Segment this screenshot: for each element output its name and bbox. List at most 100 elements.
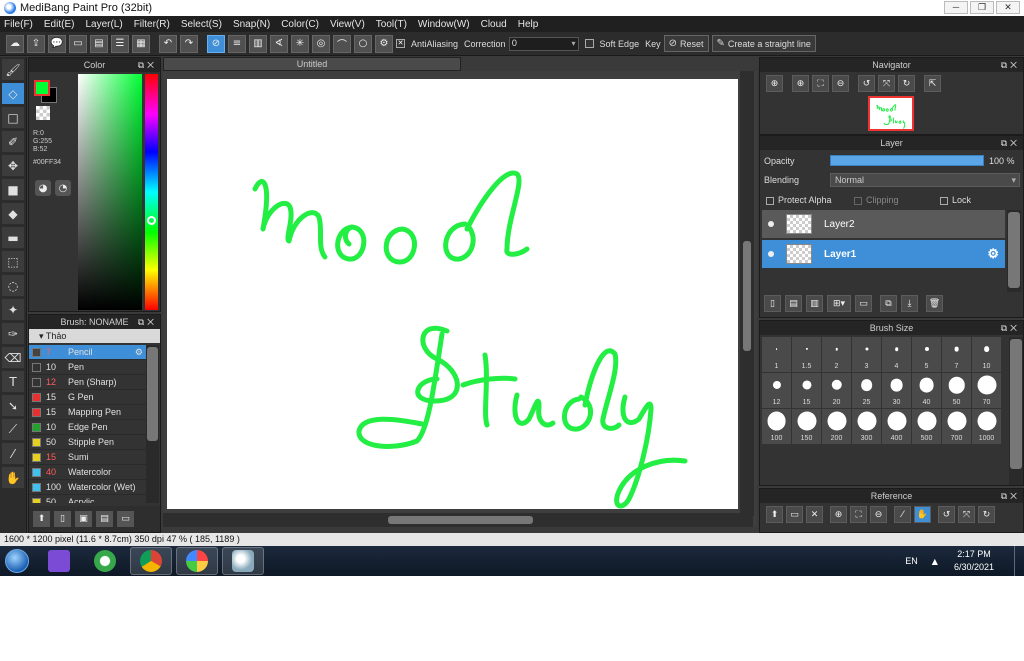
visibility-icon[interactable] — [768, 251, 774, 257]
magic-wand-tool-icon[interactable]: ✦ — [2, 299, 24, 320]
ref-flip-icon[interactable]: ⤧ — [958, 506, 975, 523]
menu-layer[interactable]: Layer(L) — [85, 19, 122, 30]
ref-upload-icon[interactable]: ⬆ — [766, 506, 783, 523]
clipping-option[interactable]: Clipping — [854, 195, 899, 205]
fill-tool-icon[interactable]: ◆ — [2, 203, 24, 224]
brush-size-cell[interactable]: 100 — [762, 409, 791, 444]
opacity-slider[interactable] — [830, 155, 984, 166]
ref-eyedropper-icon[interactable]: ⁄ — [894, 506, 911, 523]
panel-controls-icon[interactable]: ⧉✕ — [1001, 321, 1020, 335]
add-layer-menu-icon[interactable]: ⊞▾ — [827, 295, 851, 312]
brush-item[interactable]: 12 Pen (Sharp) — [29, 375, 146, 390]
list-icon[interactable]: ☰ — [111, 34, 129, 53]
correction-select[interactable]: 0 — [508, 36, 579, 51]
panel-controls-icon[interactable]: ⧉✕ — [138, 58, 157, 72]
brush-size-cell[interactable]: 20 — [822, 373, 851, 408]
blending-select[interactable]: Normal — [830, 173, 1020, 187]
duplicate-layer-icon[interactable]: ⧉ — [880, 295, 897, 312]
undo-icon[interactable]: ↶ — [159, 34, 177, 53]
eyedropper-tool-icon[interactable]: ⁄ — [2, 443, 24, 464]
brush-item[interactable]: 100 Watercolor (Wet) — [29, 480, 146, 495]
brush-list-scroll-thumb[interactable] — [147, 347, 158, 441]
select-eraser-tool-icon[interactable]: ⌫ — [2, 347, 24, 368]
brush-size-cell[interactable]: 700 — [942, 409, 971, 444]
close-button[interactable]: ✕ — [996, 1, 1020, 14]
brush-size-scroll-thumb[interactable] — [1010, 339, 1022, 469]
layer-folder-icon[interactable]: ▭ — [855, 295, 872, 312]
brush-size-cell[interactable]: 300 — [852, 409, 881, 444]
foreground-color-swatch[interactable] — [34, 80, 50, 96]
brush-size-cell[interactable]: 70 — [972, 373, 1001, 408]
ref-rotate-right-icon[interactable]: ↻ — [978, 506, 995, 523]
brush-group-header[interactable]: ▾ Thảo — [29, 329, 160, 343]
brush-settings-gear-icon[interactable]: ⚙ — [135, 347, 143, 358]
add-brush-icon[interactable]: ⬆ — [33, 511, 50, 527]
maximize-button[interactable]: ❐ — [970, 1, 994, 14]
grid-icon[interactable]: ▦ — [132, 34, 150, 53]
brush-size-cell[interactable]: 500 — [912, 409, 941, 444]
brush-size-scrollbar[interactable] — [1009, 337, 1023, 485]
brush-size-cell[interactable]: 1 — [762, 337, 791, 372]
hand-tool-icon[interactable]: ✋ — [2, 467, 24, 488]
menu-window[interactable]: Window(W) — [418, 19, 470, 30]
menu-help[interactable]: Help — [518, 19, 539, 30]
menu-cloud[interactable]: Cloud — [481, 19, 507, 30]
divide-tool-icon[interactable]: ⟋ — [2, 419, 24, 440]
brush-size-cell[interactable]: 2 — [822, 337, 851, 372]
brush-folder-icon[interactable]: ▭ — [117, 511, 134, 527]
brush-size-cell[interactable]: 1.5 — [792, 337, 821, 372]
hue-slider-knob[interactable] — [147, 216, 156, 225]
delete-layer-icon[interactable]: 🗑 — [926, 295, 943, 312]
layer-settings-gear-icon[interactable]: ⚙ — [987, 246, 999, 262]
chat-icon[interactable]: ▭ — [69, 34, 87, 53]
brush-list-scrollbar[interactable] — [146, 345, 159, 503]
menu-edit[interactable]: Edit(E) — [44, 19, 75, 30]
ref-zoom-in-icon[interactable]: ⊕ — [830, 506, 847, 523]
flip-icon[interactable]: ⤧ — [878, 75, 895, 92]
snap-circle-icon[interactable]: ◎ — [312, 34, 330, 53]
menu-file[interactable]: File(F) — [4, 19, 33, 30]
canvas-horizontal-scrollbar[interactable] — [163, 513, 753, 527]
visibility-icon[interactable] — [768, 221, 774, 227]
menu-view[interactable]: View(V) — [330, 19, 365, 30]
snap-radial-icon[interactable]: ✳ — [291, 34, 309, 53]
select-tool-icon[interactable]: ⬚ — [2, 251, 24, 272]
brush-copy-icon[interactable]: ▤ — [96, 511, 113, 527]
snap-cross-icon[interactable]: ▥ — [249, 34, 267, 53]
transparent-color-swatch[interactable] — [36, 106, 50, 120]
snap-off-icon[interactable]: ⊘ — [207, 34, 225, 53]
language-indicator[interactable]: EN — [905, 556, 918, 566]
saturation-value-picker[interactable] — [78, 74, 142, 310]
brush-item[interactable]: 15 Mapping Pen — [29, 405, 146, 420]
brush-size-cell[interactable]: 10 — [972, 337, 1001, 372]
taskbar-coccoc[interactable] — [84, 547, 126, 575]
antialiasing-checkbox[interactable]: ✕ — [396, 39, 405, 48]
brush-item[interactable]: 7 Pencil ⚙ — [29, 345, 146, 360]
text-tool-icon[interactable]: T — [2, 371, 24, 392]
share-icon[interactable]: ⇪ — [27, 34, 45, 53]
taskbar-paint[interactable] — [222, 547, 264, 575]
color-history-icon[interactable]: ◔ — [55, 180, 71, 196]
lock-checkbox[interactable] — [940, 196, 948, 205]
brush-item[interactable]: 50 Stipple Pen — [29, 435, 146, 450]
menu-filter[interactable]: Filter(R) — [134, 19, 170, 30]
ref-fit-icon[interactable]: ⛶ — [850, 506, 867, 523]
new-8bit-layer-icon[interactable]: ▥ — [806, 295, 823, 312]
taskbar-visual-studio[interactable] — [38, 547, 80, 575]
brush-item[interactable]: 10 Edge Pen — [29, 420, 146, 435]
brush-tool-icon[interactable]: 🖌 — [2, 59, 24, 80]
rotate-left-icon[interactable]: ↺ — [858, 75, 875, 92]
brush-size-cell[interactable]: 12 — [762, 373, 791, 408]
ref-hand-icon[interactable]: ✋ — [914, 506, 931, 523]
move-tool-icon[interactable]: ✥ — [2, 155, 24, 176]
drawing-canvas[interactable] — [167, 79, 738, 509]
snap-vanishing-icon[interactable]: ∢ — [270, 34, 288, 53]
layer-row-layer2[interactable]: Layer2 — [762, 210, 1005, 239]
new-brush-icon[interactable]: ▯ — [54, 511, 71, 527]
brush-size-cell[interactable]: 1000 — [972, 409, 1001, 444]
start-button[interactable] — [0, 547, 34, 575]
canvas-vertical-scroll-thumb[interactable] — [743, 241, 751, 351]
panel-controls-icon[interactable]: ⧉✕ — [1001, 136, 1020, 150]
ref-open-icon[interactable]: ▭ — [786, 506, 803, 523]
minimize-button[interactable]: ─ — [944, 1, 968, 14]
